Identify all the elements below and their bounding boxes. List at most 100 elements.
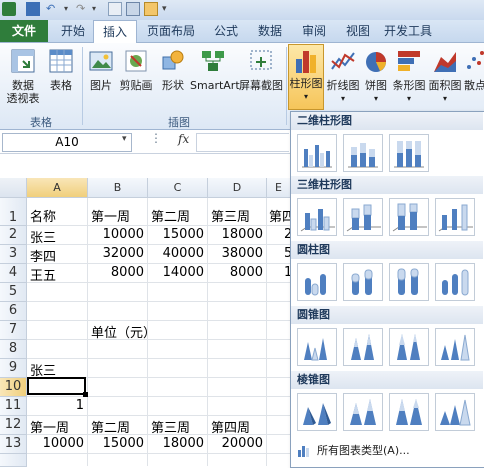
cell-D1[interactable]: 第三周 [211,206,250,225]
clustered-cylinder-thumb[interactable] [297,263,337,301]
name-box[interactable]: A10 [2,133,132,152]
row-header-10[interactable]: 10 [0,378,27,397]
clustered-cone-thumb[interactable] [297,328,337,366]
cell-A4[interactable]: 王五 [30,265,56,284]
cell-B1[interactable]: 第一周 [91,206,130,225]
column-header-E[interactable]: E [267,178,291,198]
all-chart-types-button[interactable]: 所有图表类型(A)... [291,438,483,464]
3d-stacked-column-thumb[interactable] [343,198,383,236]
stacked-column-thumb[interactable] [343,134,383,172]
3d-column-thumb[interactable] [435,198,475,236]
stacked-pyramid-thumb[interactable] [343,393,383,431]
cell-C2[interactable]: 15000 [148,227,204,242]
picture-button[interactable]: 图片 [86,47,116,92]
tab-formulas[interactable]: 公式 [206,20,246,42]
customize-toolbar-icon[interactable]: ▾ [162,2,176,16]
name-box-dropdown-icon[interactable]: ▾ [122,134,127,144]
smartart-button[interactable]: SmartArt [190,47,240,92]
3d-percent-stacked-column-thumb[interactable] [389,198,429,236]
tab-home[interactable]: 开始 [52,20,94,42]
tab-view[interactable]: 视图 [338,20,378,42]
redo-icon[interactable]: ↷ [76,2,90,16]
cell-B2[interactable]: 10000 [88,227,144,242]
3d-clustered-column-thumb[interactable] [297,198,337,236]
cell-B3[interactable]: 32000 [88,246,144,261]
cell-C4[interactable]: 14000 [148,265,204,280]
cell-D4[interactable]: 8000 [208,265,263,280]
tab-page-layout[interactable]: 页面布局 [138,20,204,42]
fill-handle[interactable] [83,392,88,397]
row-header-2[interactable]: 2 [0,226,27,245]
row-header-13[interactable]: 13 [0,435,27,454]
tab-file[interactable]: 文件 [0,20,48,42]
row-header-14[interactable] [0,454,27,467]
row-header-8[interactable]: 8 [0,340,27,359]
percent-stacked-cylinder-thumb[interactable] [389,263,429,301]
scatter-chart-button[interactable]: 散点 [464,47,484,92]
stacked-cone-thumb[interactable] [343,328,383,366]
3d-cone-thumb[interactable] [435,328,475,366]
area-chart-button[interactable]: 面积图 ▾ [428,47,462,105]
column-header-D[interactable]: D [208,178,267,198]
cell-B7[interactable]: 单位（元） [91,322,156,341]
cell-A13[interactable]: 10000 [28,436,84,451]
row-header-5[interactable]: 5 [0,283,27,302]
cell-C12[interactable]: 第三周 [151,417,190,436]
cell-A10-selected[interactable] [27,377,86,395]
line-chart-button[interactable]: 折线图 ▾ [326,47,360,105]
row-header-6[interactable]: 6 [0,302,27,321]
pivot-table-button[interactable]: 数据 透视表 [4,47,42,105]
cell-D3[interactable]: 38000 [208,246,263,261]
stacked-cylinder-thumb[interactable] [343,263,383,301]
new-document-icon[interactable] [108,2,122,16]
cell-A11[interactable]: 1 [28,398,84,413]
cell-D2[interactable]: 18000 [208,227,263,242]
column-chart-button[interactable]: 柱形图 ▾ [288,44,324,110]
shapes-button[interactable]: 形状 [158,47,188,92]
tab-data[interactable]: 数据 [250,20,290,42]
cell-A1[interactable]: 名称 [30,206,56,225]
formula-input[interactable] [196,133,289,152]
tab-developer[interactable]: 开发工具 [380,20,436,42]
row-header-1[interactable]: 1 [0,198,27,226]
screenshot-button[interactable]: 屏幕截图 [238,47,284,92]
undo-icon[interactable]: ↶ [46,2,60,16]
table-button[interactable]: 表格 [46,47,76,92]
open-folder-icon[interactable] [144,2,158,16]
pie-chart-button[interactable]: 饼图 ▾ [362,47,390,105]
row-header-11[interactable]: 11 [0,397,27,416]
column-header-C[interactable]: C [148,178,208,198]
3d-cylinder-thumb[interactable] [435,263,475,301]
row-header-7[interactable]: 7 [0,321,27,340]
percent-stacked-column-thumb[interactable] [389,134,429,172]
cell-B13[interactable]: 15000 [88,436,144,451]
insert-function-icon[interactable]: fx [178,132,189,146]
percent-stacked-cone-thumb[interactable] [389,328,429,366]
clipart-button[interactable]: 剪贴画 [118,47,154,92]
bar-chart-button[interactable]: 条形图 ▾ [392,47,426,105]
clustered-pyramid-thumb[interactable] [297,393,337,431]
clustered-column-thumb[interactable] [297,134,337,172]
cell-C1[interactable]: 第二周 [151,206,190,225]
cell-C3[interactable]: 40000 [148,246,204,261]
cell-A3[interactable]: 李四 [30,246,56,265]
print-preview-icon[interactable] [126,2,140,16]
cell-D13[interactable]: 20000 [208,436,263,451]
tab-review[interactable]: 审阅 [294,20,334,42]
cell-E1[interactable]: 第四 [269,206,290,225]
3d-pyramid-thumb[interactable] [435,393,475,431]
cell-B12[interactable]: 第二周 [91,417,130,436]
select-all-corner[interactable] [0,178,27,198]
row-header-12[interactable]: 12 [0,416,27,435]
tab-insert[interactable]: 插入 [93,20,137,43]
cell-C13[interactable]: 18000 [148,436,204,451]
save-icon[interactable] [26,2,40,16]
row-header-9[interactable]: 9 [0,359,27,378]
redo-dropdown-icon[interactable]: ▾ [92,2,106,16]
cell-A2[interactable]: 张三 [30,227,56,246]
cell-A12[interactable]: 第一周 [30,417,69,436]
cell-B4[interactable]: 8000 [88,265,144,280]
column-header-B[interactable]: B [88,178,148,198]
cell-D12[interactable]: 第四周 [211,417,250,436]
row-header-4[interactable]: 4 [0,264,27,283]
